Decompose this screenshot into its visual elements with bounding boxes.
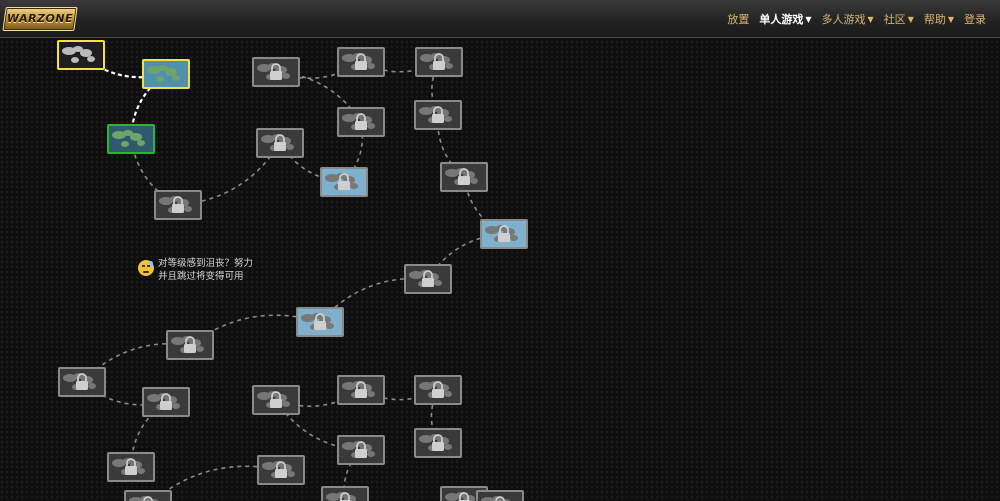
logo-text: WARZONE [6, 12, 74, 25]
level-tile-21[interactable] [414, 375, 462, 405]
level-tile-25[interactable] [257, 455, 305, 485]
level-tile-13[interactable] [480, 219, 528, 249]
level-tile-1[interactable] [57, 40, 105, 70]
nav-multiplayer-label: 多人游戏 [821, 12, 866, 26]
level-tile-4[interactable] [252, 57, 300, 87]
level-tile-3[interactable] [107, 124, 155, 154]
nav-community[interactable]: 社区 ▼ [884, 11, 914, 27]
caret-down-icon: ▼ [947, 15, 954, 24]
level-tile-29[interactable] [476, 490, 524, 501]
skip-hint-line-2: 并且跳过将变得可用 [158, 271, 244, 282]
level-tile-16[interactable] [166, 330, 214, 360]
nav-single-player[interactable]: 单人游戏 ▼ [759, 11, 811, 27]
top-navbar: WARZONE 放置 单人游戏 ▼ 多人游戏 ▼ 社区 ▼ 帮助 ▼ 登录 [0, 0, 1000, 38]
nav-help-label: 帮助 [923, 12, 946, 26]
level-tile-18[interactable] [142, 387, 190, 417]
nav-single-player-label: 单人游戏 [759, 12, 804, 26]
caret-down-icon: ▼ [867, 15, 874, 24]
nav-multiplayer[interactable]: 多人游戏 ▼ [822, 11, 874, 27]
nav-help[interactable]: 帮助 ▼ [924, 11, 954, 27]
level-tile-11[interactable] [154, 190, 202, 220]
level-tile-9[interactable] [256, 128, 304, 158]
level-tile-28[interactable] [124, 490, 172, 501]
level-tile-17[interactable] [58, 367, 106, 397]
nav-play[interactable]: 放置 [727, 11, 749, 27]
level-tile-23[interactable] [414, 428, 462, 458]
level-tile-15[interactable] [296, 307, 344, 337]
caret-down-icon: ▼ [907, 15, 914, 24]
level-tiles [57, 40, 528, 501]
skip-hint-line-1: 对等级感到沮丧？努力 [158, 258, 254, 269]
level-tile-14[interactable] [404, 264, 452, 294]
nav-community-label: 社区 [883, 12, 906, 26]
main-nav: 放置 单人游戏 ▼ 多人游戏 ▼ 社区 ▼ 帮助 ▼ 登录 [727, 0, 986, 37]
level-tile-7[interactable] [337, 107, 385, 137]
level-tile-26[interactable] [321, 486, 369, 501]
warzone-logo[interactable]: WARZONE [2, 7, 78, 31]
level-tile-5[interactable] [337, 47, 385, 77]
skip-hint: 对等级感到沮丧？努力 并且跳过将变得可用 [138, 257, 268, 283]
level-tile-22[interactable] [337, 435, 385, 465]
level-tile-6[interactable] [415, 47, 463, 77]
level-tile-24[interactable] [107, 452, 155, 482]
level-tile-8[interactable] [414, 100, 462, 130]
level-tile-20[interactable] [337, 375, 385, 405]
nav-play-label: 放置 [727, 12, 750, 26]
level-tile-12[interactable] [440, 162, 488, 192]
nav-login-label: 登录 [964, 12, 986, 26]
caret-down-icon: ▼ [805, 15, 812, 24]
sad-face-icon [138, 260, 154, 276]
level-tile-2[interactable] [142, 59, 190, 89]
level-tile-10[interactable] [320, 167, 368, 197]
level-tile-19[interactable] [252, 385, 300, 415]
nav-login[interactable]: 登录 [964, 11, 986, 27]
skip-hint-text: 对等级感到沮丧？努力 并且跳过将变得可用 [158, 257, 253, 283]
